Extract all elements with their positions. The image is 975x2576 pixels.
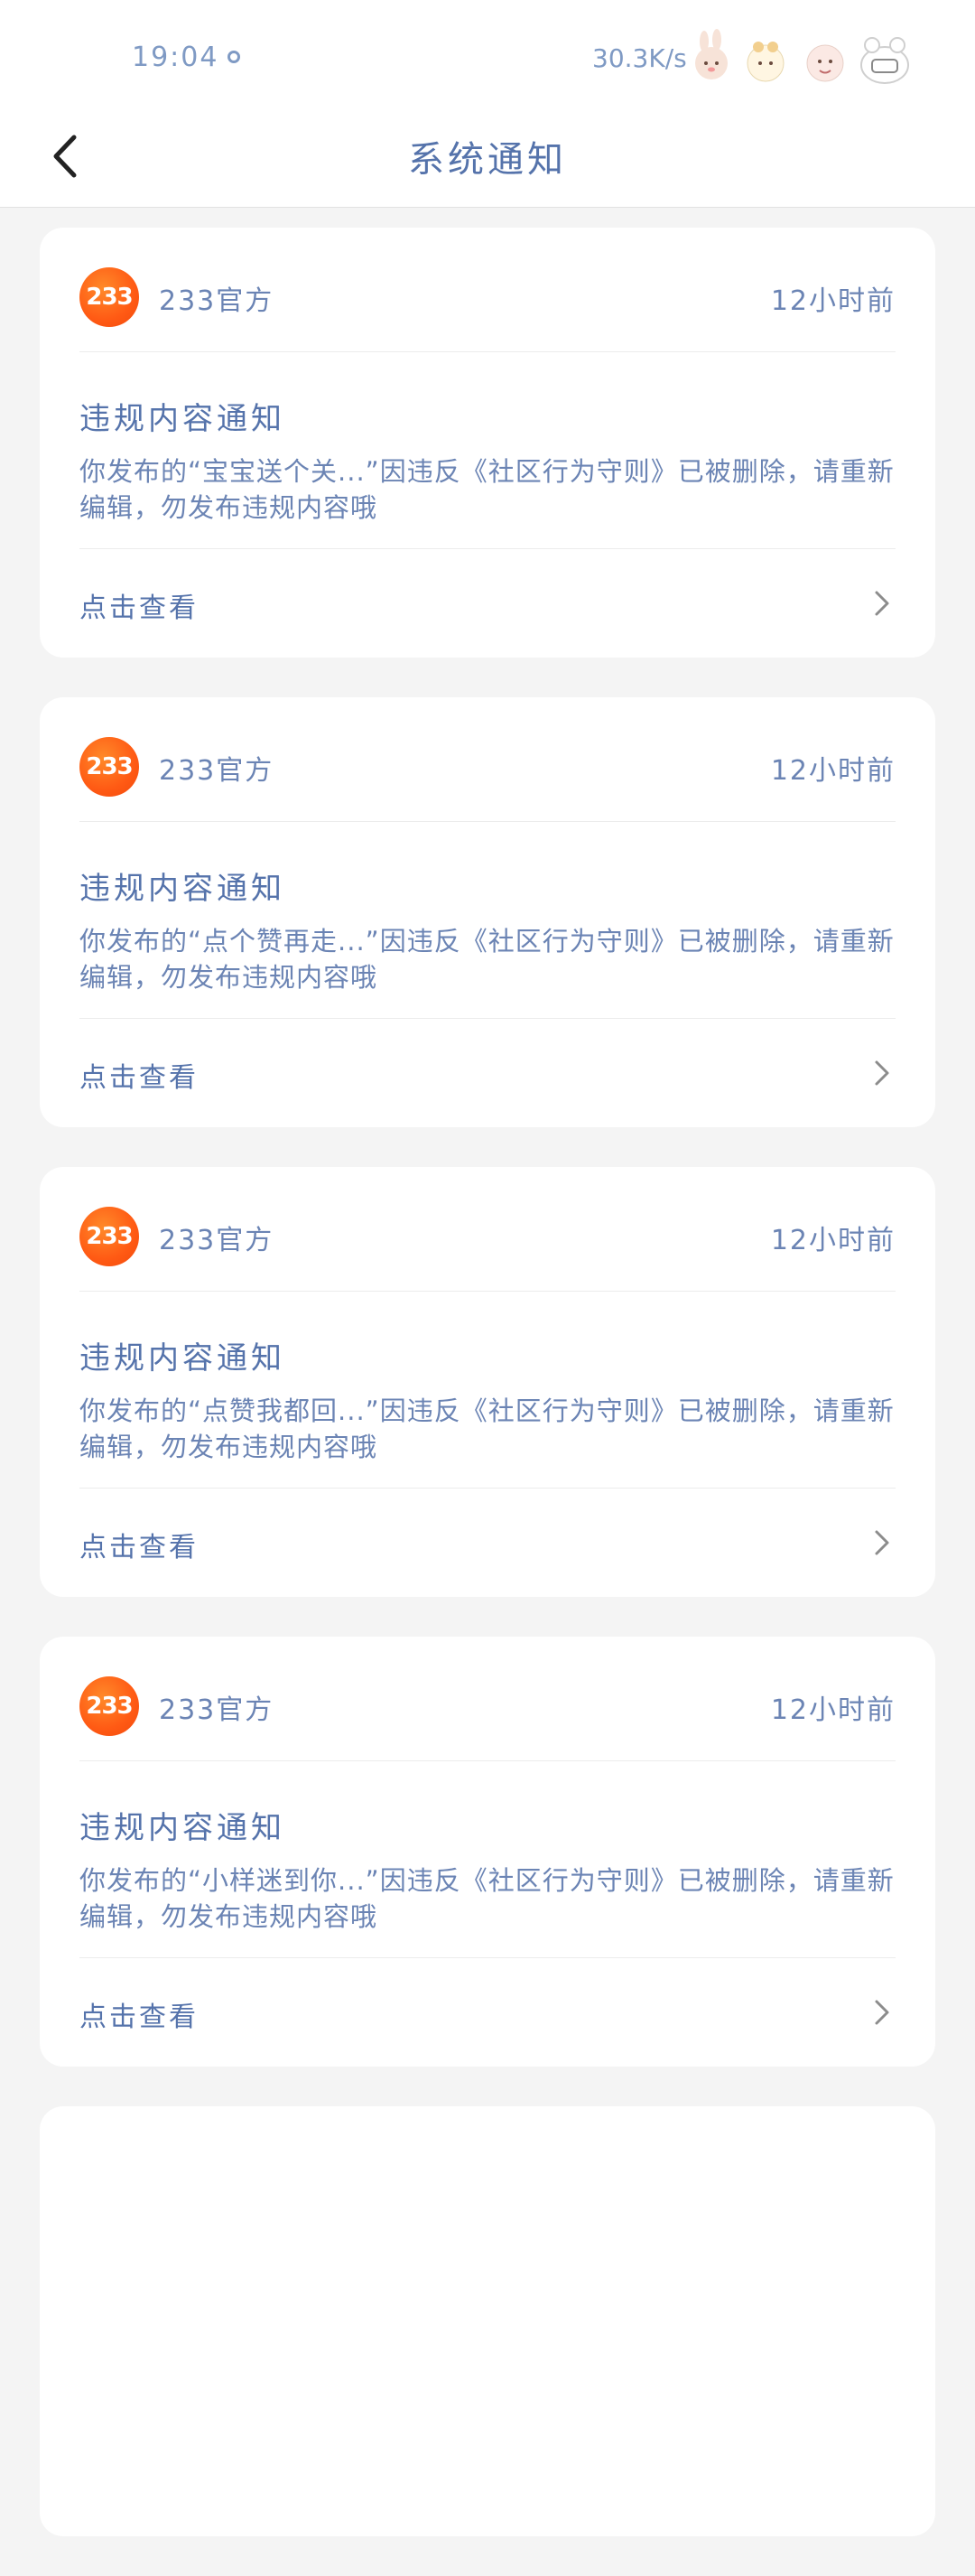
network-speed: 30.3K/s <box>592 43 687 73</box>
status-time: 19:04 <box>132 42 219 73</box>
notice-time: 12小时前 <box>770 1225 896 1256</box>
view-details-button[interactable]: 点击查看 <box>79 1019 896 1127</box>
card-body: 违规内容通知 你发布的“宝宝送个关...”因违反《社区行为守则》已被删除，请重新… <box>79 352 896 549</box>
header: 系统通知 <box>0 108 975 208</box>
sender-logo-icon: 233 <box>79 737 139 797</box>
sender-name: 233官方 <box>159 755 274 787</box>
view-details-label: 点击查看 <box>79 1532 199 1563</box>
chevron-right-icon <box>875 1530 889 1555</box>
notice-card: 233 233官方 12小时前 违规内容通知 你发布的“小样迷到你...”因违反… <box>40 1637 935 2067</box>
notice-card: 233 233官方 12小时前 违规内容通知 你发布的“点个赞再走...”因违反… <box>40 697 935 1127</box>
chevron-right-icon <box>875 1060 889 1086</box>
battery-sheep-icon <box>860 37 909 84</box>
sender-logo-icon: 233 <box>79 1207 139 1266</box>
notice-content: 你发布的“点赞我都回...”因违反《社区行为守则》已被删除，请重新编辑，勿发布违… <box>79 1395 895 1462</box>
card-body: 违规内容通知 你发布的“点个赞再走...”因违反《社区行为守则》已被删除，请重新… <box>79 822 896 1019</box>
sender-logo-icon: 233 <box>79 267 139 327</box>
view-details-button[interactable]: 点击查看 <box>79 1958 896 2067</box>
notice-content: 你发布的“点个赞再走...”因违反《社区行为守则》已被删除，请重新编辑，勿发布违… <box>79 926 895 993</box>
notice-card: 233 233官方 12小时前 违规内容通知 你发布的“宝宝送个关...”因违反… <box>40 228 935 658</box>
notice-title: 违规内容通知 <box>79 871 285 907</box>
notification-dot-icon <box>228 51 240 63</box>
view-details-label: 点击查看 <box>79 2002 199 2033</box>
sheep-sticker-icon <box>747 42 785 82</box>
notice-title: 违规内容通知 <box>79 1340 285 1377</box>
view-details-button[interactable]: 点击查看 <box>79 549 896 658</box>
card-header: 233 233官方 12小时前 <box>79 1637 896 1761</box>
card-body: 违规内容通知 你发布的“点赞我都回...”因违反《社区行为守则》已被删除，请重新… <box>79 1292 896 1489</box>
notice-list: 233 233官方 12小时前 违规内容通知 你发布的“宝宝送个关...”因违反… <box>40 228 935 2576</box>
card-body: 违规内容通知 你发布的“小样迷到你...”因违反《社区行为守则》已被删除，请重新… <box>79 1761 896 1958</box>
notice-title: 违规内容通知 <box>79 401 285 437</box>
sender-name: 233官方 <box>159 1225 274 1256</box>
view-details-label: 点击查看 <box>79 593 199 624</box>
sticker-icons <box>695 29 909 84</box>
bunny-sticker-icon <box>695 29 728 79</box>
notice-content: 你发布的“宝宝送个关...”因违反《社区行为守则》已被删除，请重新编辑，勿发布违… <box>79 456 895 523</box>
chevron-right-icon <box>875 2000 889 2025</box>
lamb-sticker-icon <box>806 44 844 82</box>
status-bar: 19:04 30.3K/s <box>0 0 975 117</box>
view-details-label: 点击查看 <box>79 1062 199 1094</box>
card-header: 233 233官方 12小时前 <box>79 228 896 352</box>
notice-time: 12小时前 <box>770 755 896 787</box>
notice-title: 违规内容通知 <box>79 1810 285 1846</box>
chevron-right-icon <box>875 591 889 616</box>
sender-name: 233官方 <box>159 1694 274 1726</box>
card-header: 233 233官方 12小时前 <box>79 697 896 822</box>
notice-time: 12小时前 <box>770 285 896 317</box>
page-title: 系统通知 <box>408 139 567 181</box>
notice-card: 233 233官方 12小时前 违规内容通知 你发布的“点赞我都回...”因违反… <box>40 1167 935 1597</box>
top-bar: 19:04 30.3K/s 系统通知 <box>0 0 975 208</box>
sender-name: 233官方 <box>159 285 274 317</box>
view-details-button[interactable]: 点击查看 <box>79 1489 896 1597</box>
card-header: 233 233官方 12小时前 <box>79 1167 896 1292</box>
notice-time: 12小时前 <box>770 1694 896 1726</box>
notice-card-partial <box>40 2106 935 2536</box>
notice-content: 你发布的“小样迷到你...”因违反《社区行为守则》已被删除，请重新编辑，勿发布违… <box>79 1865 895 1932</box>
sender-logo-icon: 233 <box>79 1676 139 1736</box>
